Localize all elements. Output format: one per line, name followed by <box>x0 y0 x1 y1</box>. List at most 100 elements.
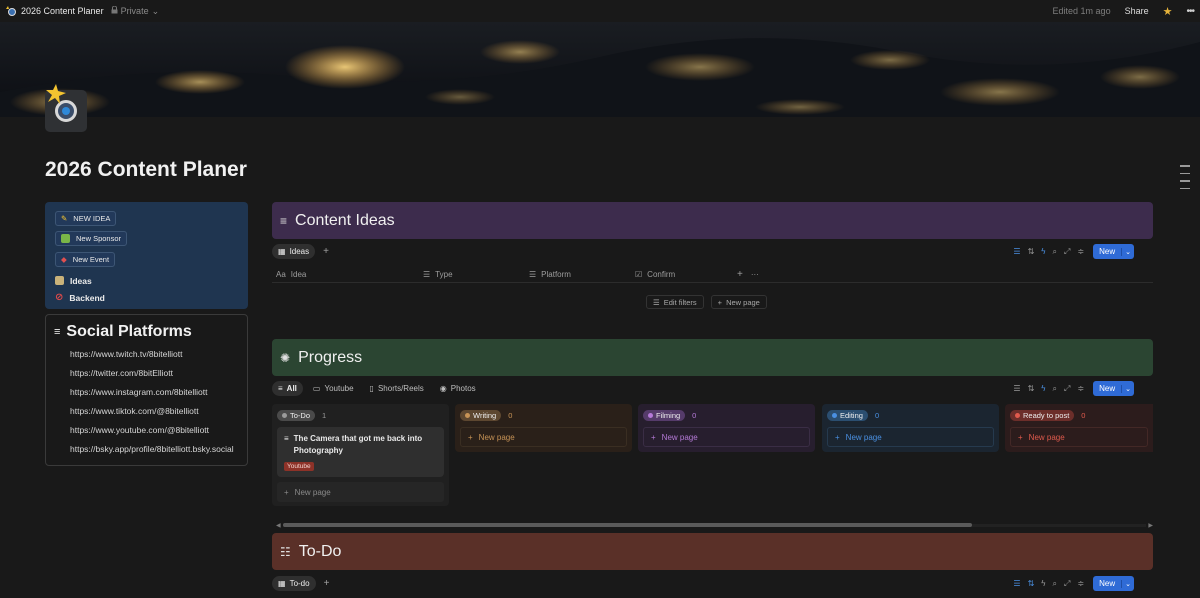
status-badge: Editing <box>827 409 868 421</box>
tab-shorts-reels[interactable]: ▯ Shorts/Reels <box>364 381 430 396</box>
text-type-icon: Aa <box>276 269 286 279</box>
lock-icon <box>111 5 118 16</box>
edit-filters-button[interactable]: ☰ Edit filters <box>646 295 704 309</box>
status-dot-icon <box>1015 412 1020 418</box>
new-idea-button[interactable]: ✎ NEW IDEA <box>55 211 117 226</box>
ideas-link[interactable]: Ideas <box>55 272 238 289</box>
new-sponsor-button[interactable]: New Sponsor <box>55 231 128 246</box>
scroll-right-arrow-icon[interactable]: ▶ <box>1148 522 1153 529</box>
status-dot-icon <box>465 412 470 418</box>
search-icon[interactable]: ⌕ <box>1053 579 1057 589</box>
add-column-icon[interactable]: + <box>737 269 743 280</box>
scroll-left-arrow-icon[interactable]: ◀ <box>276 522 281 529</box>
tag-badge: Youtube <box>284 462 314 471</box>
add-view-icon[interactable]: + <box>324 578 330 589</box>
settings-sliders-icon[interactable]: ≑ <box>1077 384 1084 393</box>
share-button[interactable]: Share <box>1125 6 1149 16</box>
new-button[interactable]: New ⌄ <box>1093 576 1134 591</box>
tab-ideas[interactable]: ▦ Ideas <box>272 244 316 259</box>
tab-photos[interactable]: ◉ Photos <box>434 381 482 396</box>
chevron-down-icon[interactable]: ⌄ <box>1121 384 1134 393</box>
new-button[interactable]: New ⌄ <box>1093 244 1134 259</box>
content-ideas-header: ≡ Content Ideas <box>272 202 1153 239</box>
more-options-icon[interactable]: ••• <box>1186 6 1194 17</box>
automation-icon[interactable]: ϟ <box>1041 384 1045 393</box>
progress-board: To-Do 1 ≡ The Camera that got me back int… <box>272 404 1153 506</box>
backend-link[interactable]: ⊘ Backend <box>55 289 238 306</box>
progress-view-bar: ≡ All ▭ Youtube ▯ Shorts/Reels ◉ Photos ☰ ⇅ … <box>272 380 1153 397</box>
bluesky-link[interactable]: https://bsky.app/profile/8bitelliott.bsk… <box>70 444 237 455</box>
column-platform[interactable]: ☰ Platform <box>525 270 631 279</box>
text-lines-icon: ≡ <box>280 213 288 228</box>
column-confirm[interactable]: ☑ Confirm <box>631 270 735 279</box>
plus-icon: + <box>284 487 289 497</box>
status-badge: To-Do <box>277 409 316 421</box>
column-count: 0 <box>692 410 697 420</box>
page-title: 2026 Content Planer <box>45 158 247 181</box>
filter-icon[interactable]: ☰ <box>1013 579 1020 588</box>
breadcrumb-page-title[interactable]: 2026 Content Planer <box>21 6 104 16</box>
text-lines-icon: ≡ <box>278 384 283 393</box>
sort-icon[interactable]: ⇅ <box>1028 579 1035 588</box>
new-page-button[interactable]: + New page <box>643 427 810 447</box>
status-badge: Ready to post <box>1010 409 1075 421</box>
tab-youtube[interactable]: ▭ Youtube <box>307 381 360 396</box>
ideas-empty-actions: ☰ Edit filters + New page <box>646 295 767 309</box>
more-options-icon[interactable]: ··· <box>751 270 759 279</box>
chevron-down-icon: ⌄ <box>151 5 160 16</box>
board-column-writing: Writing 0 + New page <box>455 404 632 452</box>
search-icon[interactable]: ⌕ <box>1053 384 1057 394</box>
chevron-down-icon[interactable]: ⌄ <box>1121 247 1134 256</box>
expand-icon[interactable]: ⤢ <box>1064 384 1070 394</box>
new-page-button[interactable]: + New page <box>460 427 627 447</box>
loading-spinner-icon: ✺ <box>280 350 291 365</box>
new-page-button[interactable]: + New page <box>827 427 994 447</box>
youtube-link[interactable]: https://www.youtube.com/@8bitelliott <box>70 425 237 436</box>
chevron-down-icon[interactable]: ⌄ <box>1121 579 1134 588</box>
new-page-button[interactable]: + New page <box>1010 427 1148 447</box>
twitter-link[interactable]: https://twitter.com/8bitElliott <box>70 368 237 379</box>
column-count: 0 <box>1081 410 1086 420</box>
add-view-icon[interactable]: + <box>323 246 329 257</box>
twitch-link[interactable]: https://www.twitch.tv/8bitelliott <box>70 349 237 360</box>
money-icon <box>61 234 70 243</box>
sort-icon[interactable]: ⇅ <box>1028 247 1035 256</box>
automation-icon[interactable]: ϟ <box>1041 579 1045 588</box>
tv-icon: ▭ <box>312 384 321 393</box>
new-page-button[interactable]: + New page <box>277 482 444 502</box>
column-type[interactable]: ☰ Type <box>419 270 525 279</box>
tab-to-do[interactable]: ▦ To-do <box>272 576 316 591</box>
pin-icon: ◆ <box>61 255 67 264</box>
column-idea[interactable]: Aa Idea <box>272 270 419 279</box>
pencil-icon: ✎ <box>61 214 68 223</box>
search-icon[interactable]: ⌕ <box>1053 247 1057 257</box>
new-event-button[interactable]: ◆ New Event <box>55 252 116 267</box>
board-horizontal-scrollbar[interactable]: ◀ ▶ <box>276 522 1153 529</box>
settings-sliders-icon[interactable]: ≑ <box>1077 579 1084 588</box>
board-column-filming: Filming 0 + New page <box>638 404 815 452</box>
page-icon[interactable] <box>45 84 87 132</box>
new-button[interactable]: New ⌄ <box>1093 381 1134 396</box>
privacy-indicator[interactable]: Private ⌄ <box>111 5 160 17</box>
new-page-button[interactable]: + New page <box>710 295 767 309</box>
filter-icon[interactable]: ☰ <box>1013 384 1020 393</box>
automation-icon[interactable]: ϟ <box>1041 247 1045 256</box>
scrollbar-thumb[interactable] <box>283 523 972 527</box>
filter-icon: ☰ <box>653 297 660 307</box>
tab-all[interactable]: ≡ All <box>272 381 303 396</box>
instagram-link[interactable]: https://www.instagram.com/8bitelliott <box>70 387 237 398</box>
sort-icon[interactable]: ⇅ <box>1028 384 1035 393</box>
prohibited-icon: ⊘ <box>55 292 64 303</box>
filter-icon[interactable]: ☰ <box>1013 247 1020 256</box>
favorite-star-icon[interactable]: ★ <box>1163 5 1173 18</box>
column-count: 0 <box>874 410 880 420</box>
board-card[interactable]: ≡ The Camera that got me back into Photog… <box>277 427 444 477</box>
expand-icon[interactable]: ⤢ <box>1064 579 1070 589</box>
settings-sliders-icon[interactable]: ≑ <box>1077 247 1084 256</box>
expand-icon[interactable]: ⤢ <box>1064 247 1070 257</box>
table-of-contents-indicator[interactable] <box>1180 165 1190 195</box>
status-dot-icon <box>648 412 653 418</box>
quick-actions-panel: ✎ NEW IDEA New Sponsor ◆ New Event Ideas ⊘… <box>45 202 248 309</box>
cover-image <box>0 22 1200 117</box>
tiktok-link[interactable]: https://www.tiktok.com/@8bitelliott <box>70 406 237 417</box>
